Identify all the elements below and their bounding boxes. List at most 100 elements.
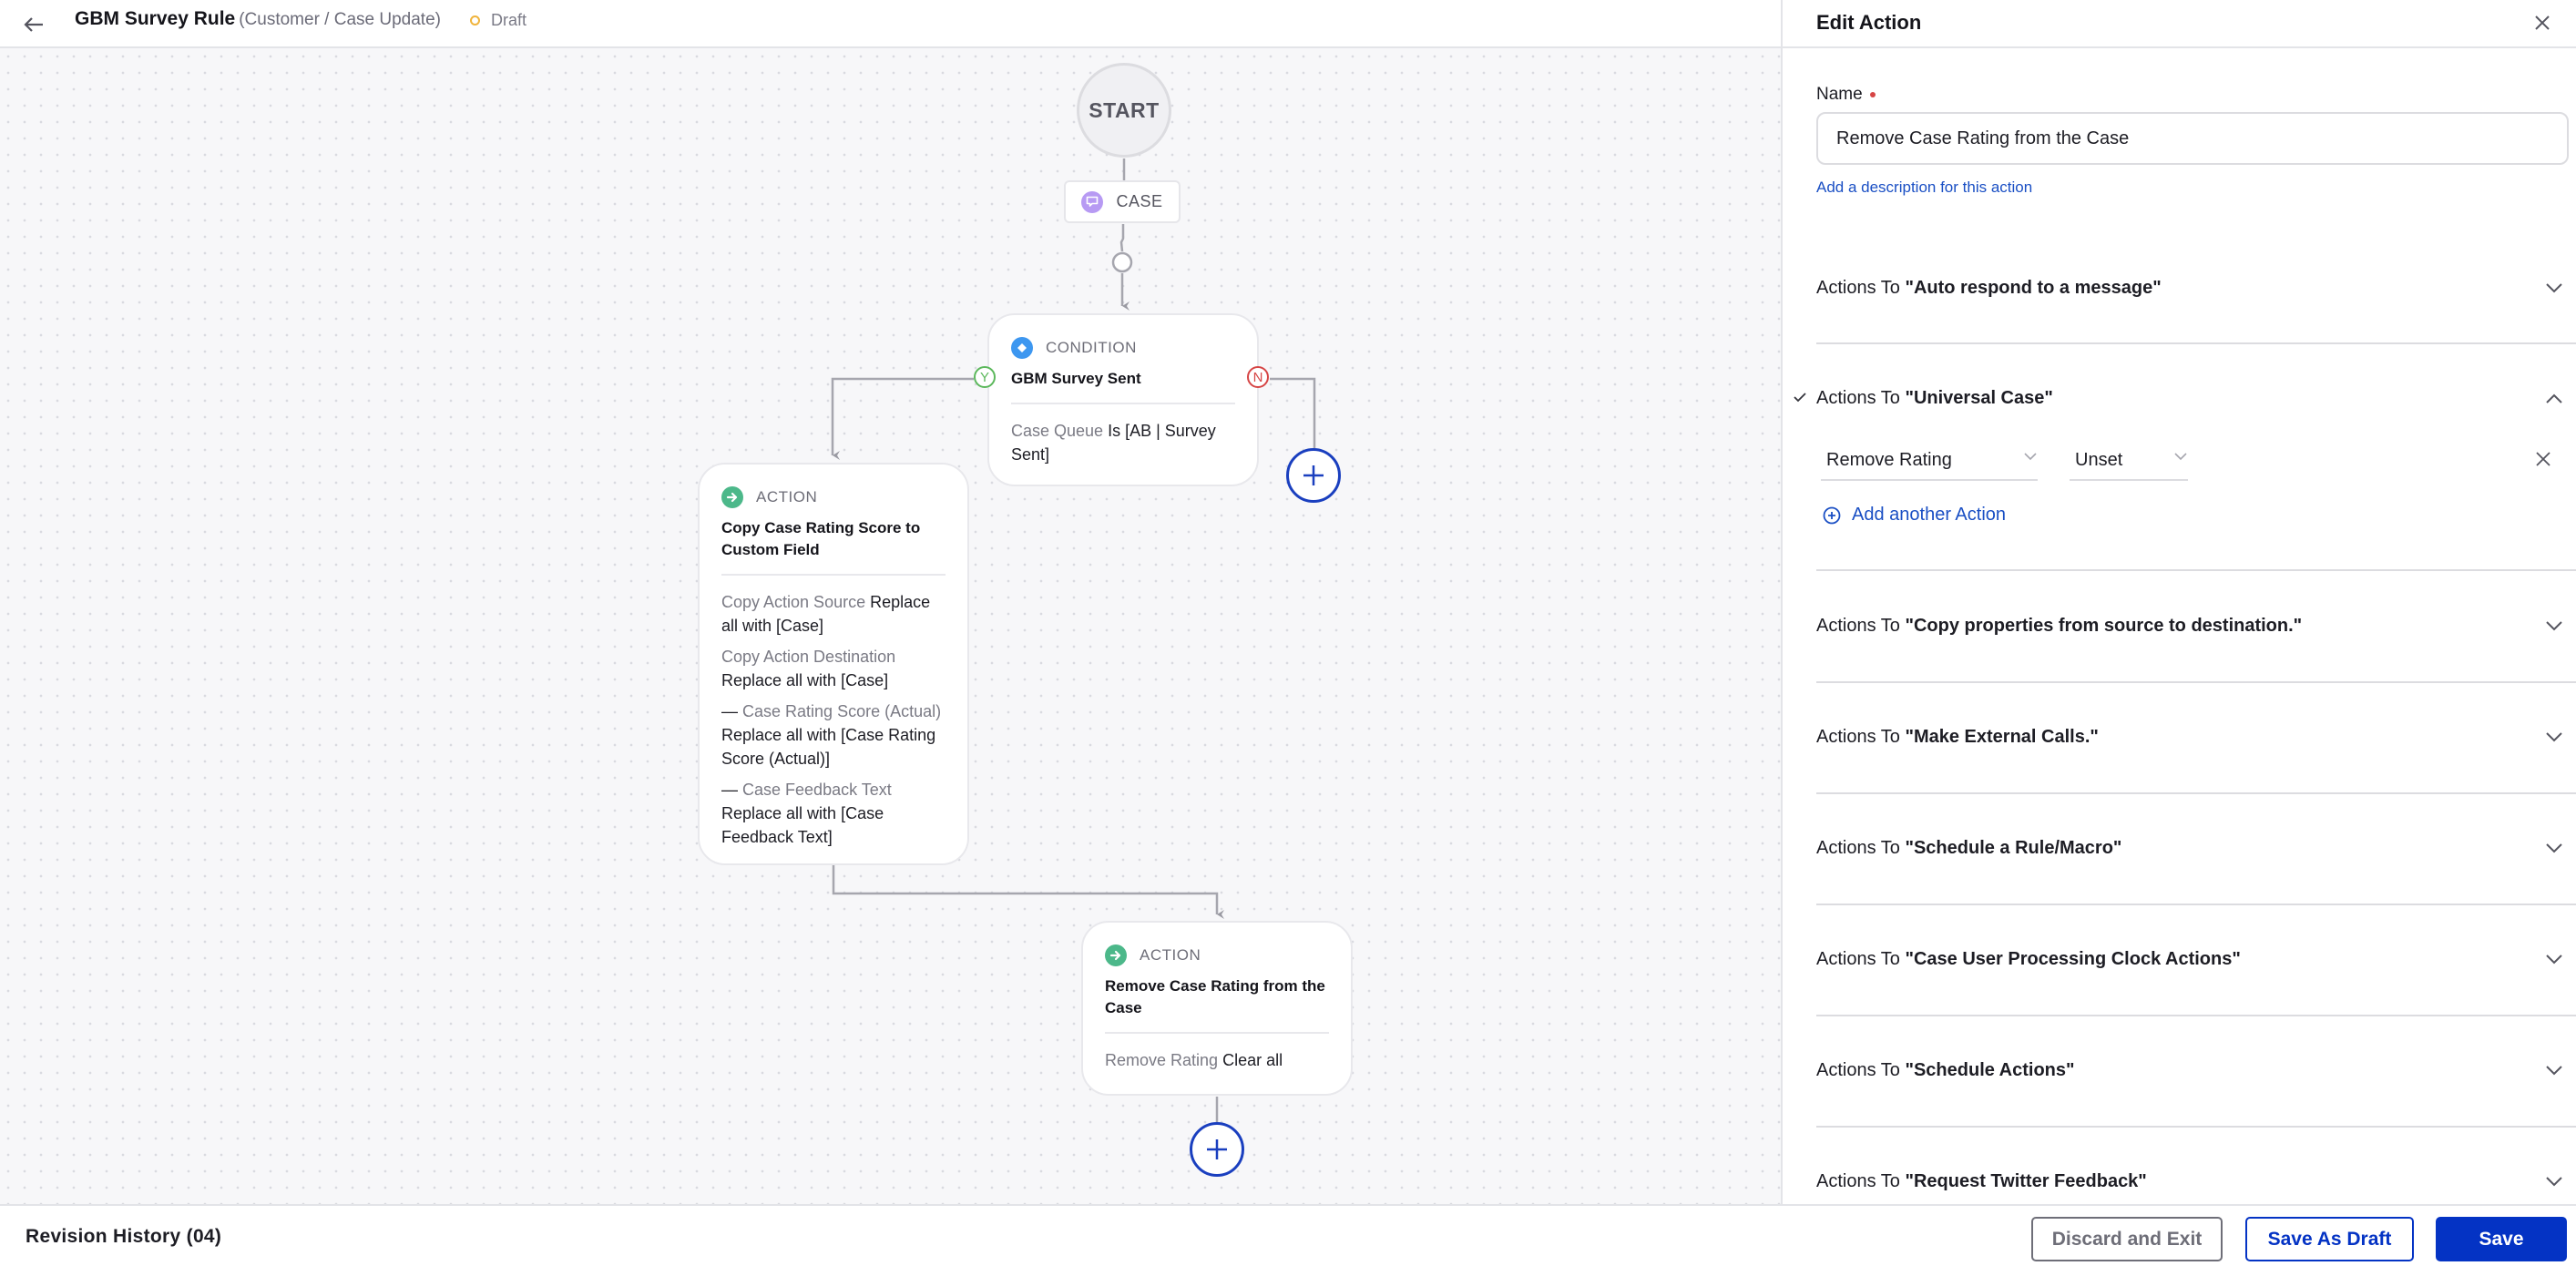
section-prefix: Actions To bbox=[1816, 726, 1900, 747]
divider bbox=[1816, 1126, 2576, 1128]
section-header[interactable]: Actions To "Schedule a Rule/Macro" bbox=[1816, 830, 2576, 866]
add-another-action-button[interactable]: Add another Action bbox=[1823, 505, 2006, 526]
detail-field: Case Rating Score (Actual) bbox=[742, 702, 942, 720]
chevron-down-icon[interactable] bbox=[2543, 837, 2565, 859]
condition-type-label: CONDITION bbox=[1046, 339, 1137, 356]
section-header[interactable]: Actions To "Auto respond to a message" bbox=[1816, 270, 2576, 306]
section-header[interactable]: Actions To "Universal Case" bbox=[1794, 380, 2576, 416]
condition-card[interactable]: CONDITION GBM Survey Sent Case Queue Is … bbox=[987, 313, 1259, 486]
footer-bar: Revision History (04) Discard and Exit S… bbox=[0, 1204, 2576, 1266]
section-title: "Make External Calls." bbox=[1905, 726, 2099, 747]
detail-value: Replace all with [Case Rating Score (Act… bbox=[721, 726, 936, 768]
section-header[interactable]: Actions To "Request Twitter Feedback" bbox=[1816, 1163, 2576, 1200]
check-icon bbox=[1794, 393, 1806, 403]
name-label-text: Name bbox=[1816, 85, 1863, 104]
section-prefix: Actions To bbox=[1816, 277, 1900, 298]
section-prefix: Actions To bbox=[1816, 387, 1900, 408]
yes-branch-port: Y bbox=[974, 366, 996, 388]
section-universal-case: Actions To "Universal Case" bbox=[1794, 380, 2576, 416]
plus-icon bbox=[1303, 465, 1324, 485]
action-detail: Remove Rating Clear all bbox=[1105, 1048, 1329, 1072]
section-title: "Universal Case" bbox=[1905, 387, 2053, 408]
arrow-left-icon bbox=[24, 17, 43, 32]
section-title: "Auto respond to a message" bbox=[1905, 277, 2162, 298]
rule-name: GBM Survey Rule bbox=[75, 8, 236, 29]
save-button[interactable]: Save bbox=[2436, 1217, 2567, 1261]
chevron-down-icon[interactable] bbox=[2543, 615, 2565, 637]
chat-bubble-icon bbox=[1081, 190, 1104, 213]
add-description-link[interactable]: Add a description for this action bbox=[1816, 179, 2032, 197]
detail-value: Replace all with [Case Feedback Text] bbox=[721, 804, 884, 846]
detail-field: Copy Action Source bbox=[721, 593, 866, 611]
chevron-down-icon[interactable] bbox=[2543, 1059, 2565, 1081]
save-as-draft-button[interactable]: Save As Draft bbox=[2245, 1217, 2414, 1261]
remove-row-button[interactable] bbox=[2531, 447, 2555, 471]
action-name-input[interactable] bbox=[1816, 112, 2569, 165]
chevron-down-icon[interactable] bbox=[2543, 948, 2565, 970]
section-prefix: Actions To bbox=[1816, 1059, 1900, 1080]
add-step-button-bottom[interactable] bbox=[1190, 1122, 1244, 1177]
divider bbox=[1816, 569, 2576, 571]
section-copy-properties: Actions To "Copy properties from source … bbox=[1816, 607, 2576, 644]
detail-field: Copy Action Destination bbox=[721, 648, 896, 666]
panel-title: Edit Action bbox=[1816, 11, 1922, 34]
required-indicator bbox=[1869, 92, 1876, 97]
trigger-label: CASE bbox=[1116, 192, 1163, 210]
action-field-select[interactable]: Remove Rating bbox=[1821, 441, 2038, 481]
action-card-copy-rating[interactable]: ACTION Copy Case Rating Score to Custom … bbox=[698, 463, 969, 865]
add-step-button-no-branch[interactable] bbox=[1286, 448, 1341, 503]
divider bbox=[1816, 342, 2576, 344]
draft-status-icon bbox=[470, 15, 480, 26]
detail-prefix: — bbox=[721, 702, 743, 720]
section-title: "Copy properties from source to destinat… bbox=[1905, 615, 2303, 636]
divider bbox=[1816, 904, 2576, 905]
section-title: "Schedule Actions" bbox=[1905, 1059, 2075, 1080]
section-title: "Request Twitter Feedback" bbox=[1905, 1170, 2147, 1191]
condition-title: GBM Survey Sent bbox=[1011, 370, 1141, 387]
section-header[interactable]: Actions To "Case User Processing Clock A… bbox=[1816, 941, 2576, 977]
divider bbox=[1816, 681, 2576, 683]
top-bar: GBM Survey Rule (Customer / Case Update) … bbox=[0, 0, 1781, 48]
back-button[interactable] bbox=[18, 9, 49, 40]
section-prefix: Actions To bbox=[1816, 837, 1900, 858]
section-processing-clock: Actions To "Case User Processing Clock A… bbox=[1816, 941, 2576, 977]
action-title: Remove Case Rating from the Case bbox=[1105, 977, 1325, 1016]
plus-circle-icon bbox=[1823, 506, 1841, 524]
divider bbox=[721, 574, 946, 576]
chevron-down-icon[interactable] bbox=[2543, 277, 2565, 299]
diamond-icon bbox=[1011, 337, 1033, 359]
section-header[interactable]: Actions To "Copy properties from source … bbox=[1816, 607, 2576, 644]
chevron-down-icon[interactable] bbox=[2543, 1170, 2565, 1192]
detail-value: Replace all with [Case] bbox=[721, 671, 889, 689]
action-title: Copy Case Rating Score to Custom Field bbox=[721, 519, 921, 558]
selected-value: Unset bbox=[2075, 449, 2123, 470]
chevron-down-icon[interactable] bbox=[2543, 726, 2565, 748]
section-external-calls: Actions To "Make External Calls." bbox=[1816, 719, 2576, 755]
add-another-label: Add another Action bbox=[1852, 505, 2007, 525]
rule-context: (Customer / Case Update) bbox=[239, 10, 441, 29]
revision-history-link[interactable]: Revision History (04) bbox=[26, 1226, 221, 1248]
discard-and-exit-button[interactable]: Discard and Exit bbox=[2031, 1217, 2223, 1261]
action-detail: Copy Action Source Replace all with [Cas… bbox=[721, 590, 946, 638]
divider bbox=[1105, 1032, 1329, 1034]
action-card-remove-rating[interactable]: ACTION Remove Case Rating from the Case … bbox=[1081, 921, 1353, 1096]
chevron-down-icon bbox=[2174, 453, 2187, 461]
no-branch-port: N bbox=[1247, 366, 1269, 388]
status-text: Draft bbox=[491, 11, 527, 29]
section-prefix: Actions To bbox=[1816, 948, 1900, 969]
detail-field: Remove Rating bbox=[1105, 1051, 1219, 1069]
section-header[interactable]: Actions To "Schedule Actions" bbox=[1816, 1052, 2576, 1088]
action-type-label: ACTION bbox=[756, 488, 818, 505]
start-node[interactable]: START bbox=[1077, 63, 1171, 158]
rule-title: GBM Survey Rule (Customer / Case Update) bbox=[75, 8, 441, 30]
action-operation-select[interactable]: Unset bbox=[2070, 441, 2188, 481]
edit-action-panel: Edit Action Name Add a description for t… bbox=[1781, 0, 2576, 1204]
chevron-up-icon[interactable] bbox=[2543, 387, 2565, 409]
divider bbox=[1816, 792, 2576, 794]
section-header[interactable]: Actions To "Make External Calls." bbox=[1816, 719, 2576, 755]
detail-value: Clear all bbox=[1222, 1051, 1283, 1069]
trigger-node-case[interactable]: CASE bbox=[1064, 180, 1181, 223]
action-detail: Copy Action Destination Replace all with… bbox=[721, 645, 946, 692]
chevron-down-icon bbox=[2024, 453, 2037, 461]
close-panel-button[interactable] bbox=[2527, 7, 2558, 38]
